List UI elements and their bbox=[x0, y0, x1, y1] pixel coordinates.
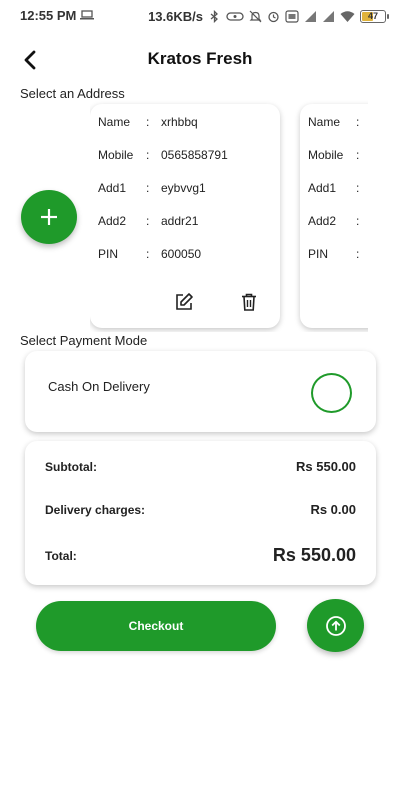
battery-icon: 47 bbox=[360, 9, 389, 23]
status-time: 12:55 PM bbox=[20, 8, 77, 23]
subtotal-value: Rs 550.00 bbox=[296, 459, 356, 474]
scroll-up-button[interactable] bbox=[307, 599, 364, 652]
signal-icon bbox=[305, 10, 316, 22]
subtotal-label: Subtotal: bbox=[45, 460, 97, 474]
address-row-add1: Add1 : bbox=[308, 181, 360, 195]
address-row-add1: Add1 : eybvvg1 bbox=[98, 181, 206, 195]
signal-icon bbox=[323, 10, 334, 22]
address-row-pin: PIN : 600050 bbox=[98, 247, 202, 261]
total-value: Rs 550.00 bbox=[272, 545, 356, 565]
wifi-icon bbox=[340, 10, 355, 22]
order-summary: Subtotal: Rs 550.00 Delivery charges: Rs… bbox=[25, 441, 376, 585]
checkout-button[interactable]: Checkout bbox=[36, 601, 276, 651]
status-icons: 13.6KB/s 47 bbox=[148, 7, 389, 25]
address-row-mobile: Mobile : 0565858791 bbox=[98, 148, 228, 162]
address-row-name: Name : xrhbbq bbox=[98, 115, 198, 129]
address-card[interactable]: Name : Mobile : Add1 : Add2 : PIN : bbox=[300, 104, 368, 328]
volte-icon bbox=[285, 9, 299, 23]
address-row-add2: Add2 : addr21 bbox=[98, 214, 199, 228]
payment-radio[interactable] bbox=[311, 373, 352, 413]
page-title: Kratos Fresh bbox=[147, 49, 253, 68]
select-address-label: Select an Address bbox=[20, 86, 125, 101]
plus-icon bbox=[41, 209, 57, 225]
payment-option-label: Cash On Delivery bbox=[48, 379, 150, 394]
address-row-name: Name : bbox=[308, 115, 360, 129]
vibrate-icon bbox=[226, 11, 244, 21]
arrow-up-circle-icon bbox=[325, 615, 346, 636]
total-label: Total: bbox=[45, 549, 77, 563]
status-bar: 12:55 PM 13.6KB/s 47 bbox=[0, 0, 400, 32]
mute-icon bbox=[249, 10, 262, 22]
trash-icon[interactable] bbox=[239, 292, 259, 312]
address-row-pin: PIN : bbox=[308, 247, 360, 261]
bluetooth-icon bbox=[210, 9, 218, 23]
address-carousel[interactable]: Name : xrhbbq Mobile : 0565858791 Add1 :… bbox=[90, 100, 368, 332]
select-payment-label: Select Payment Mode bbox=[20, 333, 148, 348]
network-speed: 13.6KB/s bbox=[148, 8, 203, 24]
edit-icon[interactable] bbox=[174, 292, 194, 312]
alarm-icon bbox=[268, 11, 279, 22]
payment-option-cod[interactable]: Cash On Delivery bbox=[25, 351, 376, 432]
delivery-charges-value: Rs 0.00 bbox=[310, 502, 356, 517]
delivery-charges-label: Delivery charges: bbox=[45, 503, 146, 517]
add-address-button[interactable] bbox=[21, 190, 77, 244]
address-row-add2: Add2 : bbox=[308, 214, 360, 228]
battery-level: 47 bbox=[367, 11, 378, 21]
address-card[interactable]: Name : xrhbbq Mobile : 0565858791 Add1 :… bbox=[90, 104, 280, 328]
laptop-icon bbox=[80, 10, 94, 20]
address-row-mobile: Mobile : bbox=[308, 148, 360, 162]
